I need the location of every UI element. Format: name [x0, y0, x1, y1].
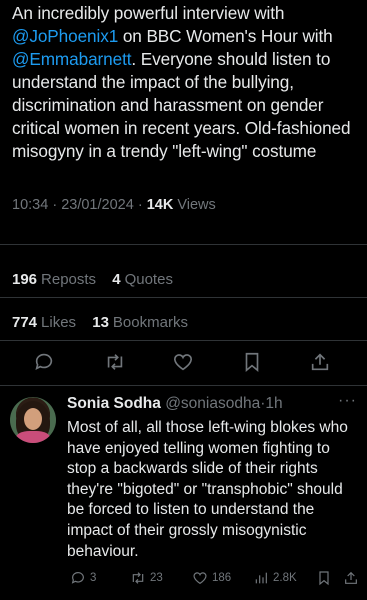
tweet-meta: 10:34 · 23/01/2024 · 14K Views — [12, 197, 216, 213]
reply-replies-count: 3 — [90, 572, 97, 584]
bookmark-button[interactable] — [241, 351, 265, 375]
bookmark-icon — [245, 352, 259, 373]
reply-button[interactable] — [33, 351, 57, 375]
tweet-time[interactable]: 10:34 — [12, 197, 48, 213]
reposts-label: Reposts — [41, 271, 97, 288]
share-button[interactable] — [309, 351, 333, 375]
avatar[interactable] — [10, 397, 56, 443]
share-icon — [311, 353, 329, 371]
reply-bookmark-button[interactable] — [316, 570, 332, 586]
tweet-text: An incredibly powerful interview with @J… — [12, 2, 357, 163]
reply-likes-count: 186 — [212, 572, 232, 584]
reply-share-button[interactable] — [343, 570, 359, 586]
tweet-text-part: An incredibly powerful interview with — [12, 3, 285, 23]
reply-views-count: 2.8K — [273, 572, 297, 584]
divider — [0, 297, 367, 298]
bookmark-icon — [319, 571, 329, 586]
likes-link[interactable]: 774 Likes — [12, 314, 76, 331]
reply-icon — [71, 572, 84, 584]
repost-stats: 196 Reposts 4 Quotes — [12, 271, 185, 288]
like-stats: 774 Likes 13 Bookmarks — [12, 314, 200, 331]
reply-like-button[interactable]: 186 — [192, 570, 231, 586]
divider — [0, 340, 367, 341]
quotes-label: Quotes — [124, 271, 173, 288]
tweet-action-bar — [0, 351, 367, 385]
reply-author-name[interactable]: Sonia Sodha — [67, 395, 161, 412]
repost-icon — [107, 354, 123, 370]
views-icon — [255, 572, 267, 584]
quotes-link[interactable]: 4 Quotes — [112, 271, 173, 288]
reply-repost-button[interactable]: 23 — [130, 570, 163, 586]
likes-label: Likes — [41, 314, 77, 331]
likes-count: 774 — [12, 314, 38, 331]
like-icon — [193, 572, 207, 585]
reply-time[interactable]: 1h — [265, 395, 282, 412]
reply-text: Most of all, all those left-wing blokes … — [67, 419, 348, 560]
bookmarks-link[interactable]: 13 Bookmarks — [92, 314, 188, 331]
repost-button[interactable] — [104, 351, 128, 375]
share-icon — [345, 571, 357, 584]
tweet-date[interactable]: 23/01/2024 — [61, 197, 134, 213]
like-button[interactable] — [172, 351, 196, 375]
mention-emmabarnett[interactable]: @Emmabarnett — [12, 49, 132, 69]
tweet-text-part: on BBC Women's Hour with — [118, 26, 333, 46]
meta-separator: · — [137, 197, 143, 213]
bookmarks-count: 13 — [92, 314, 109, 331]
reply-action-bar: 3 23 186 2.8K — [0, 570, 367, 592]
reposts-link[interactable]: 196 Reposts — [12, 271, 96, 288]
views-label: Views — [177, 197, 216, 213]
reply-views-button[interactable]: 2.8K — [253, 570, 297, 586]
mention-jophoenix1[interactable]: @JoPhoenix1 — [12, 26, 118, 46]
reply-reply-button[interactable]: 3 — [70, 570, 96, 586]
reposts-count: 196 — [12, 271, 38, 288]
like-icon — [173, 354, 193, 371]
meta-separator: · — [52, 197, 58, 213]
avatar-face — [24, 408, 42, 430]
divider — [0, 385, 367, 386]
repost-icon — [132, 572, 144, 584]
reply-author-handle[interactable]: @soniasodha — [165, 395, 260, 412]
reply-reposts-count: 23 — [150, 572, 163, 584]
more-options-icon[interactable]: ··· — [338, 392, 357, 410]
divider — [0, 244, 367, 245]
reply-header: Sonia Sodha @soniasodha·1h — [67, 395, 283, 413]
bookmarks-label: Bookmarks — [112, 314, 188, 331]
views-count: 14K — [146, 197, 174, 213]
reply-icon — [35, 353, 53, 370]
quotes-count: 4 — [112, 271, 121, 288]
avatar-shirt — [16, 431, 50, 443]
